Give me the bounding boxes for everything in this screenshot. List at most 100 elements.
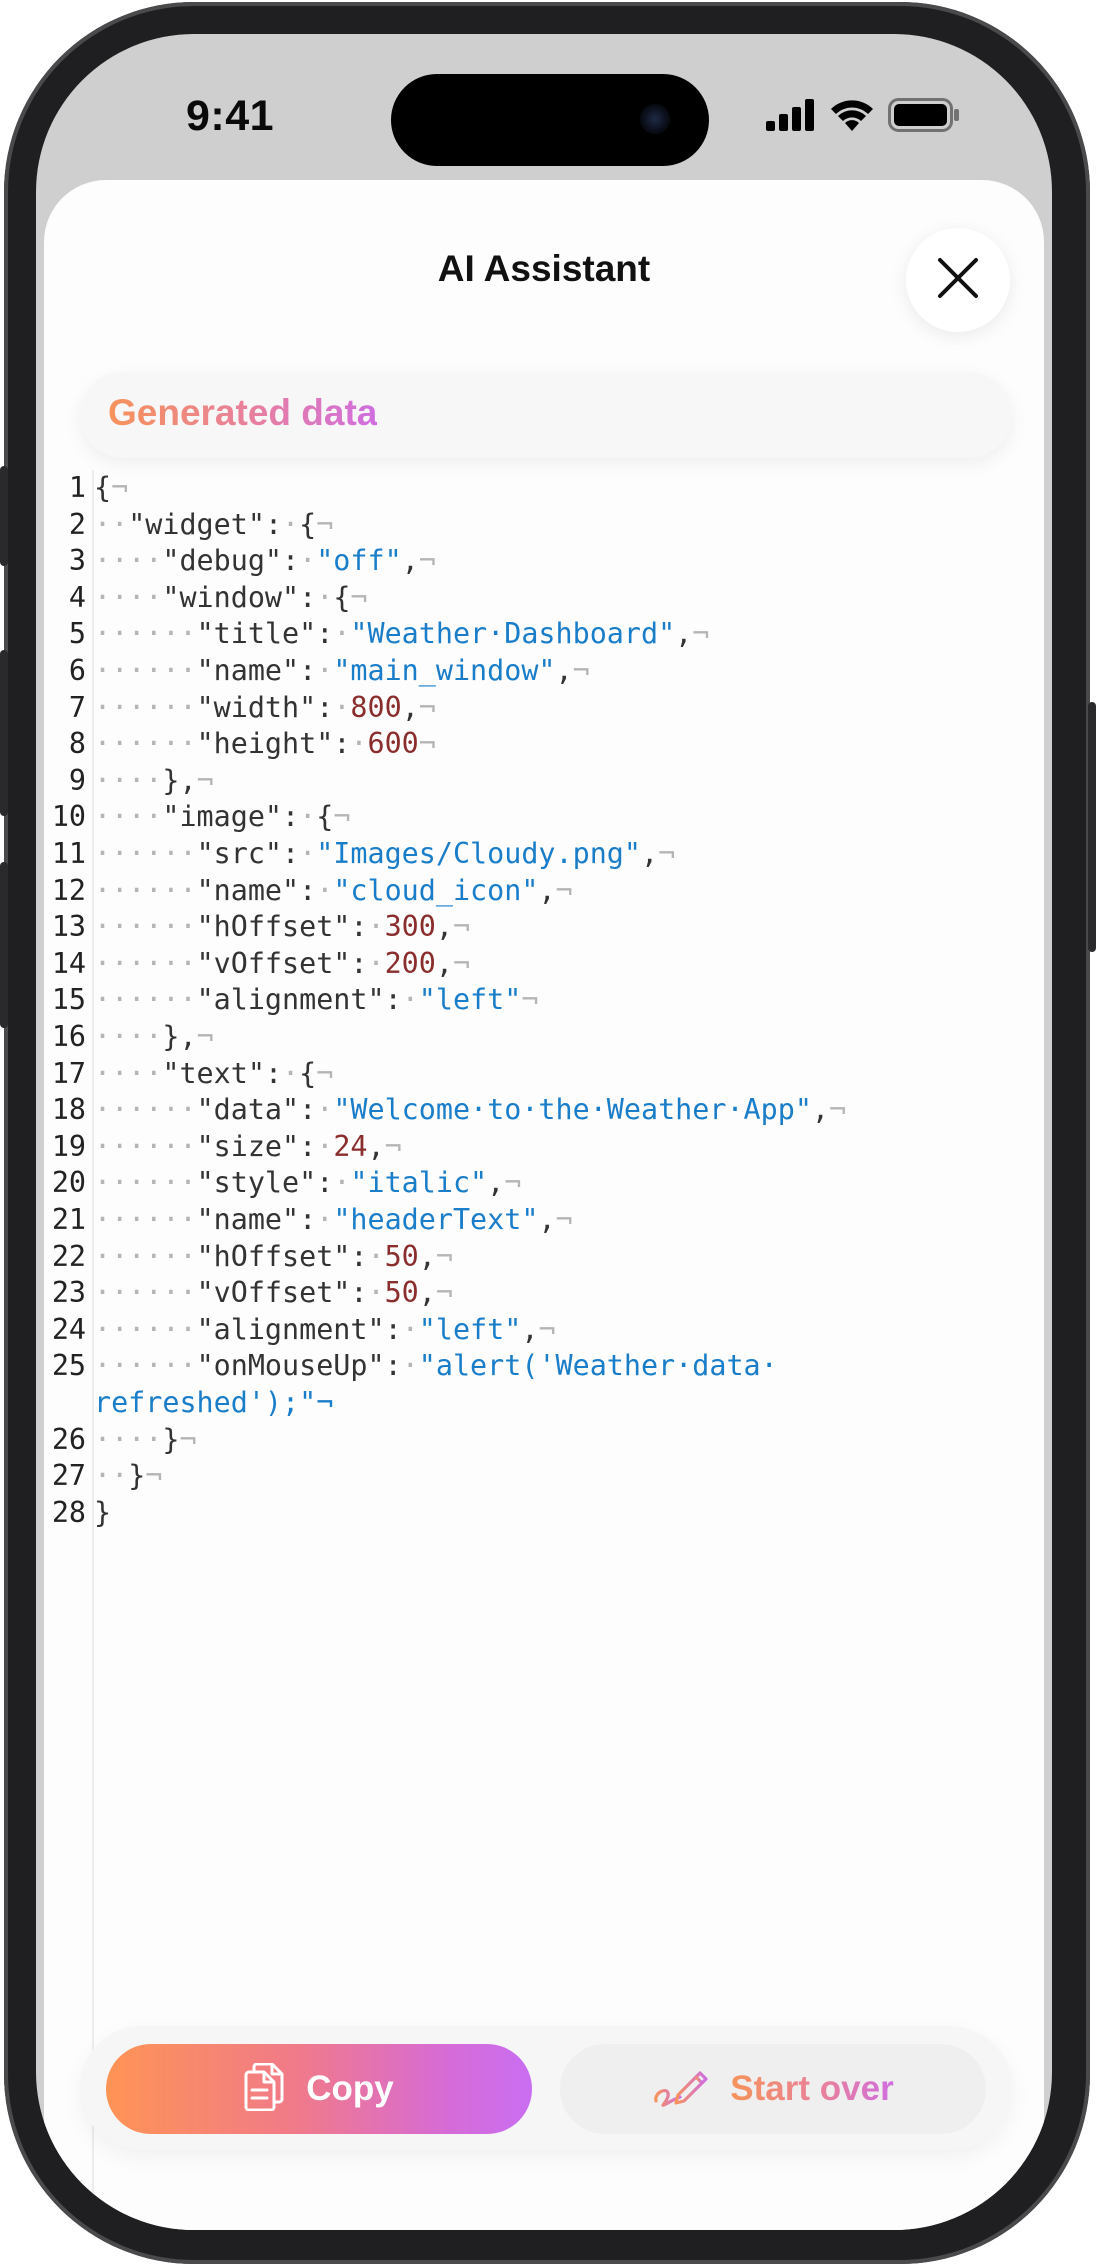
copy-icon [244, 2062, 284, 2116]
copy-button-label: Copy [306, 2069, 394, 2108]
code-text: ······"hOffset":·300,¬ [94, 910, 471, 944]
action-bar: Copy Start over [80, 2026, 1012, 2150]
code-line: 22 ······"hOffset":·50,¬ [44, 1239, 453, 1275]
line-number: 24 [51, 1312, 86, 1346]
line-number: 22 [51, 1239, 86, 1273]
line-number: 4 [68, 580, 86, 614]
cellular-signal-icon [766, 99, 816, 136]
code-text: ······"title":·"Weather·Dashboard",¬ [94, 617, 710, 651]
code-text: ····"window":·{¬ [94, 580, 368, 614]
line-number: 17 [51, 1056, 86, 1090]
code-line: 11 ······"src":·"Images/Cloudy.png",¬ [44, 836, 675, 872]
copy-button[interactable]: Copy [106, 2044, 532, 2134]
code-line: 16 ····},¬ [44, 1019, 214, 1055]
code-line: 8 ······"height":·600¬ [44, 726, 436, 762]
code-text: ······"data":·"Welcome·to·the·Weather·Ap… [94, 1093, 847, 1127]
line-number: 10 [51, 800, 86, 834]
code-line: 10 ····"image":·{¬ [44, 799, 351, 835]
line-number: 5 [68, 617, 86, 651]
code-line: 15 ······"alignment":·"left"¬ [44, 982, 539, 1018]
assistant-sheet: AI Assistant Generated data 1 {¬ 2 ··"widge… [44, 180, 1044, 2230]
generated-data-header: Generated data [80, 372, 1012, 458]
status-time: 9:41 [186, 92, 275, 140]
line-number: 25 [51, 1349, 86, 1383]
side-button-volume-down [0, 862, 8, 1028]
status-icons [766, 98, 960, 137]
code-line: 4 ····"window":·{¬ [44, 580, 368, 616]
code-line: 28} [44, 1495, 111, 1531]
line-number: 6 [68, 654, 86, 687]
code-line: 6 ······"name":·"main_window",¬ [44, 653, 590, 689]
code-editor[interactable]: 1 {¬ 2 ··"widget":·{¬ 3 ····"debug":·"off",¬ 4… [44, 470, 1044, 2230]
code-text: ······"alignment":·"left"¬ [94, 983, 539, 1017]
code-line: 3 ····"debug":·"off",¬ [44, 543, 436, 579]
close-icon [936, 256, 980, 305]
line-number: 15 [51, 983, 86, 1017]
screen: 9:41 AI Assistant Generated data 1 {¬ 2 … [36, 34, 1052, 2230]
line-number: 11 [51, 837, 86, 870]
code-line: 9 ····},¬ [44, 763, 214, 799]
code-line: refreshed');"¬ [44, 1385, 333, 1421]
line-number: 16 [51, 1020, 86, 1053]
code-line: 24 ······"alignment":·"left",¬ [44, 1312, 556, 1348]
code-text: ······"vOffset":·200,¬ [94, 946, 471, 980]
code-text: ······"alignment":·"left",¬ [94, 1312, 556, 1346]
line-number: 8 [68, 727, 86, 761]
code-text: ······"height":·600¬ [94, 727, 436, 761]
side-button-power [1088, 702, 1096, 952]
code-text: ······"vOffset":·50,¬ [94, 1276, 453, 1310]
start-over-label: Start over [730, 2069, 894, 2108]
start-over-button[interactable]: Start over [560, 2044, 986, 2134]
code-line: 5 ······"title":·"Weather·Dashboard",¬ [44, 616, 709, 652]
line-number: 23 [51, 1276, 86, 1310]
code-text: ······"width":·800,¬ [94, 690, 436, 724]
code-line: 17 ····"text":·{¬ [44, 1056, 334, 1092]
code-text: ····"image":·{¬ [94, 800, 351, 834]
battery-icon [888, 98, 960, 137]
code-text: ······"onMouseUp":·"alert('Weather·data· [94, 1349, 778, 1383]
code-text: ····"debug":·"off",¬ [94, 544, 436, 578]
code-text: ······"name":·"cloud_icon",¬ [94, 873, 573, 907]
code-text: ··"widget":·{¬ [94, 507, 334, 541]
line-number: 13 [51, 910, 86, 944]
code-line: 26 ····}¬ [44, 1422, 197, 1458]
code-line: 1 {¬ [44, 470, 128, 506]
line-number: 28 [51, 1495, 86, 1529]
code-line: 20 ······"style":·"italic",¬ [44, 1165, 522, 1201]
code-text: ······"size":·24,¬ [94, 1129, 402, 1163]
code-text: ······"name":·"headerText",¬ [94, 1203, 573, 1236]
pen-scribble-icon [652, 2065, 708, 2114]
code-text: ··}¬ [94, 1459, 163, 1493]
side-button-volume-up [0, 650, 8, 816]
code-line: 19 ······"size":·24,¬ [44, 1129, 402, 1165]
code-line: 23 ······"vOffset":·50,¬ [44, 1275, 453, 1311]
side-button-action [0, 466, 8, 566]
code-text: ····"text":·{¬ [94, 1056, 334, 1090]
code-text: refreshed');"¬ [94, 1386, 334, 1419]
sheet-title: AI Assistant [437, 248, 651, 289]
line-number: 18 [51, 1093, 86, 1127]
line-number: 20 [51, 1166, 86, 1200]
line-number: 2 [68, 507, 86, 541]
code-text: ······"name":·"main_window",¬ [94, 654, 590, 687]
line-number: 19 [51, 1129, 86, 1163]
code-line: 14 ······"vOffset":·200,¬ [44, 946, 470, 982]
line-number: 1 [68, 471, 86, 504]
line-number: 12 [51, 873, 86, 907]
code-line: 2 ··"widget":·{¬ [44, 507, 333, 543]
status-bar: 9:41 [36, 34, 1052, 184]
line-number: 26 [51, 1422, 86, 1456]
close-button[interactable] [906, 228, 1010, 332]
line-number: 9 [68, 763, 86, 797]
code-line: 21 ······"name":·"headerText",¬ [44, 1202, 573, 1238]
code-text: ····},¬ [94, 1020, 214, 1053]
line-number: 14 [51, 946, 86, 980]
code-line: 18 ······"data":·"Welcome·to·the·Weather·… [44, 1092, 846, 1128]
code-line: 27 ··}¬ [44, 1458, 163, 1494]
code-line: 12 ······"name":·"cloud_icon",¬ [44, 873, 573, 909]
code-text: ······"hOffset":·50,¬ [94, 1239, 453, 1273]
code-line: 7 ······"width":·800,¬ [44, 690, 436, 726]
wifi-icon [830, 98, 874, 137]
code-line: 13 ······"hOffset":·300,¬ [44, 909, 470, 945]
code-text: ······"src":·"Images/Cloudy.png",¬ [94, 837, 676, 870]
